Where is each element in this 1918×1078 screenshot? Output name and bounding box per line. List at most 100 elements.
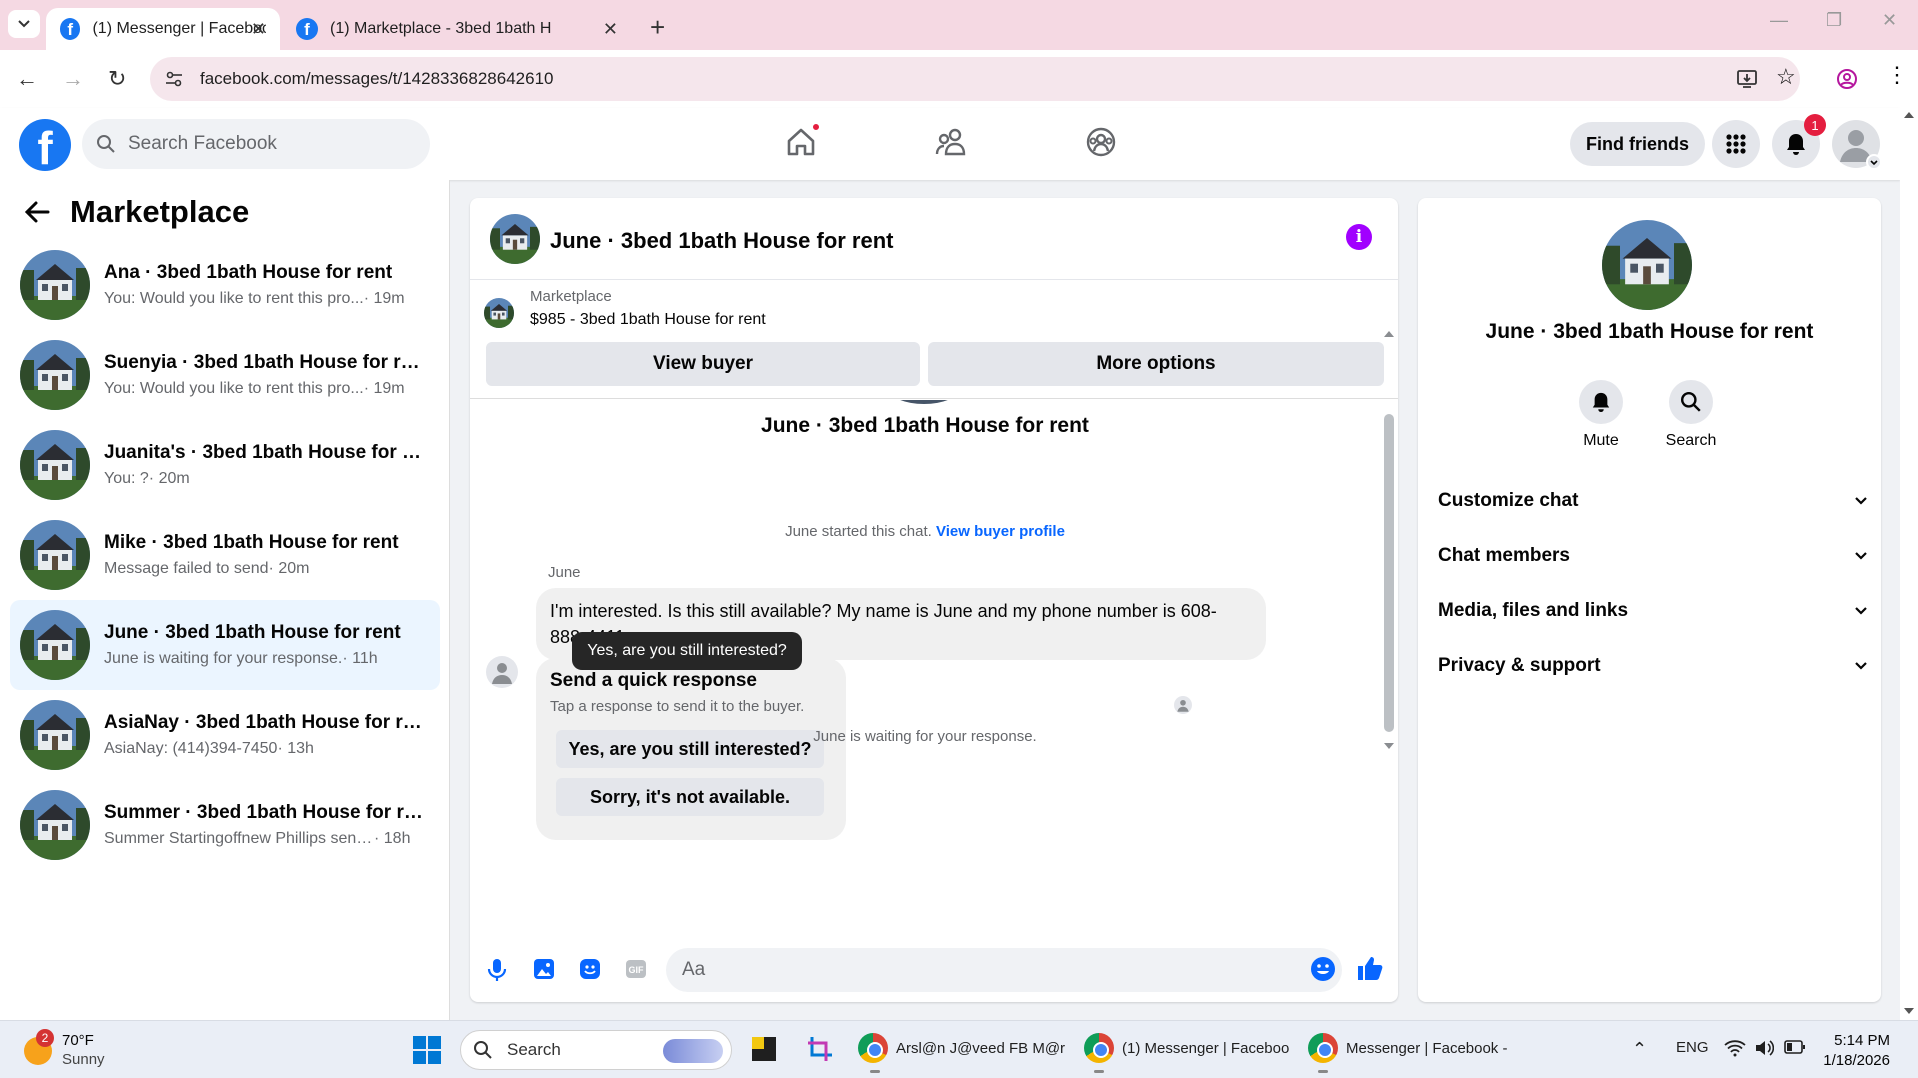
weather-widget[interactable]: 2 70°F Sunny (24, 1029, 105, 1069)
view-buyer-profile-link[interactable]: View buyer profile (936, 523, 1065, 540)
marketplace-chat-sidebar: Marketplace Ana · 3bed 1bath House for r… (0, 180, 450, 1020)
info-icon[interactable]: i (1346, 224, 1372, 250)
facebook-logo[interactable]: f (19, 119, 71, 171)
account-button[interactable] (1832, 120, 1880, 168)
conversation-title[interactable]: June · 3bed 1bath House for rent (550, 228, 894, 254)
conversation-avatar[interactable] (490, 214, 540, 264)
clock[interactable]: 5:14 PM 1/18/2026 (1810, 1031, 1890, 1071)
find-friends-button[interactable]: Find friends (1570, 122, 1705, 166)
quick-response-option[interactable]: Sorry, it's not available. (556, 778, 824, 816)
tab-search-button[interactable] (8, 10, 40, 38)
chat-list-item[interactable]: Ana · 3bed 1bath House for rent You: Woul… (10, 240, 440, 330)
page-scrollbar[interactable] (1900, 108, 1918, 1020)
profile-icon[interactable] (1836, 68, 1858, 90)
microphone-icon[interactable] (486, 957, 508, 983)
reload-icon[interactable]: ↻ (108, 66, 126, 92)
home-nav[interactable] (785, 122, 821, 158)
mute-action[interactable]: Mute (1561, 380, 1641, 450)
privacy-support-section[interactable]: Privacy & support (1438, 655, 1868, 677)
close-window-button[interactable]: ✕ (1882, 10, 1897, 31)
chat-list-item[interactable]: Suenyia · 3bed 1bath House for rent You: … (10, 330, 440, 420)
chat-list-item[interactable]: June · 3bed 1bath House for rent June is … (10, 600, 440, 690)
restore-button[interactable]: ❐ (1826, 10, 1842, 31)
chat-list-item[interactable]: AsiaNay · 3bed 1bath House for rent AsiaN… (10, 690, 440, 780)
bookmark-star-icon[interactable]: ☆ (1776, 64, 1796, 90)
show-hidden-icons-button[interactable]: ⌃ (1632, 1039, 1647, 1060)
listing-title[interactable]: $985 - 3bed 1bath House for rent (530, 311, 766, 329)
scroll-up-icon[interactable] (1900, 108, 1918, 122)
notifications-button[interactable]: 1 (1772, 114, 1826, 168)
sidebar-title: Marketplace (70, 194, 250, 229)
section-label: Customize chat (1438, 490, 1579, 511)
language-indicator[interactable]: ENG (1676, 1039, 1709, 1056)
wifi-icon[interactable] (1724, 1039, 1746, 1057)
menu-button[interactable] (1712, 120, 1760, 168)
forward-arrow-icon[interactable]: → (62, 66, 84, 92)
volume-icon[interactable] (1754, 1039, 1774, 1057)
tab-messenger[interactable]: f (1) Messenger | Facebook ✕ (46, 8, 280, 50)
house-photo (20, 790, 90, 860)
media-files-links-section[interactable]: Media, files and links (1438, 600, 1868, 622)
minimize-button[interactable]: — (1770, 10, 1788, 31)
chat-members-section[interactable]: Chat members (1438, 545, 1868, 567)
customize-chat-section[interactable]: Customize chat (1438, 490, 1868, 512)
running-indicator (870, 1070, 880, 1073)
taskbar-search[interactable]: Search (460, 1030, 732, 1070)
tab-marketplace[interactable]: f (1) Marketplace - 3bed 1bath H ✕ (282, 8, 632, 50)
chat-time: · 13h (277, 740, 314, 757)
chat-list-item[interactable]: Mike · 3bed 1bath House for rent Message … (10, 510, 440, 600)
back-arrow-icon[interactable] (24, 200, 50, 224)
view-buyer-button[interactable]: View buyer (486, 342, 920, 386)
chat-name: Suenyia · 3bed 1bath House for rent (104, 352, 424, 373)
facebook-search-input[interactable]: Search Facebook (82, 119, 430, 169)
install-app-icon[interactable] (1736, 68, 1758, 90)
more-options-button[interactable]: More options (928, 342, 1384, 386)
emoji-icon[interactable] (1310, 956, 1336, 982)
chat-time: · 11h (342, 650, 378, 667)
message-input[interactable]: Aa (666, 948, 1342, 992)
tab-close-icon[interactable]: ✕ (251, 19, 266, 40)
chat-name: Ana · 3bed 1bath House for rent (104, 262, 393, 283)
battery-icon[interactable] (1784, 1039, 1806, 1055)
windows-start-icon[interactable] (412, 1035, 442, 1065)
tab-close-icon[interactable]: ✕ (603, 19, 618, 40)
taskbar-app-chrome-3[interactable]: Messenger | Facebook - (1308, 1033, 1507, 1063)
snipping-tool-icon[interactable] (806, 1035, 834, 1063)
scroll-down-icon[interactable] (1380, 740, 1398, 752)
sticker-icon[interactable] (578, 957, 602, 981)
address-bar[interactable]: facebook.com/messages/t/1428336828642610 (150, 57, 1800, 101)
chat-list-item[interactable]: Juanita's · 3bed 1bath House for re... Yo… (10, 420, 440, 510)
photo-icon[interactable] (532, 957, 556, 981)
chevron-down-icon (1855, 662, 1867, 670)
chat-avatar (20, 790, 90, 860)
thumbs-up-icon[interactable] (1356, 954, 1384, 982)
scroll-down-icon[interactable] (1900, 1004, 1918, 1018)
taskbar-app-chrome-2[interactable]: (1) Messenger | Faceboo (1084, 1033, 1289, 1063)
groups-nav[interactable] (1085, 126, 1117, 158)
conversation-header: June · 3bed 1bath House for rent i (470, 198, 1398, 280)
new-tab-button[interactable]: + (650, 12, 665, 43)
chat-list-item[interactable]: Summer · 3bed 1bath House for rent Summer… (10, 780, 440, 870)
chat-time: · 20m (148, 470, 190, 487)
search-action[interactable]: Search (1651, 380, 1731, 450)
sender-avatar[interactable] (486, 656, 518, 688)
scrollbar-thumb[interactable] (1384, 414, 1394, 732)
sticky-notes-icon[interactable] (752, 1037, 776, 1061)
chat-time: · 18h (374, 830, 411, 847)
taskbar-app-label: Arsl@n J@veed FB M@r (896, 1039, 1066, 1057)
weather-condition: Sunny (62, 1051, 105, 1068)
chat-preview: Message failed to send (104, 560, 269, 577)
browser-menu-icon[interactable]: ⋮ (1886, 62, 1908, 88)
chat-details-panel: June · 3bed 1bath House for rent Mute Se… (1418, 198, 1881, 1002)
details-avatar[interactable] (1602, 220, 1692, 310)
site-settings-icon[interactable] (164, 69, 184, 89)
thread-scrollbar[interactable] (1380, 328, 1398, 858)
gif-icon[interactable]: GIF (624, 957, 648, 981)
taskbar-app-chrome-1[interactable]: Arsl@n J@veed FB M@r (858, 1033, 1065, 1063)
tab-title: (1) Marketplace - 3bed 1bath H (330, 20, 552, 37)
listing-thumbnail[interactable] (484, 298, 514, 328)
scroll-up-icon[interactable] (1380, 328, 1398, 340)
back-arrow-icon[interactable]: ← (16, 66, 38, 92)
friends-nav[interactable] (935, 126, 969, 158)
conversation-panel: June · 3bed 1bath House for rent i Marke… (470, 198, 1398, 1002)
